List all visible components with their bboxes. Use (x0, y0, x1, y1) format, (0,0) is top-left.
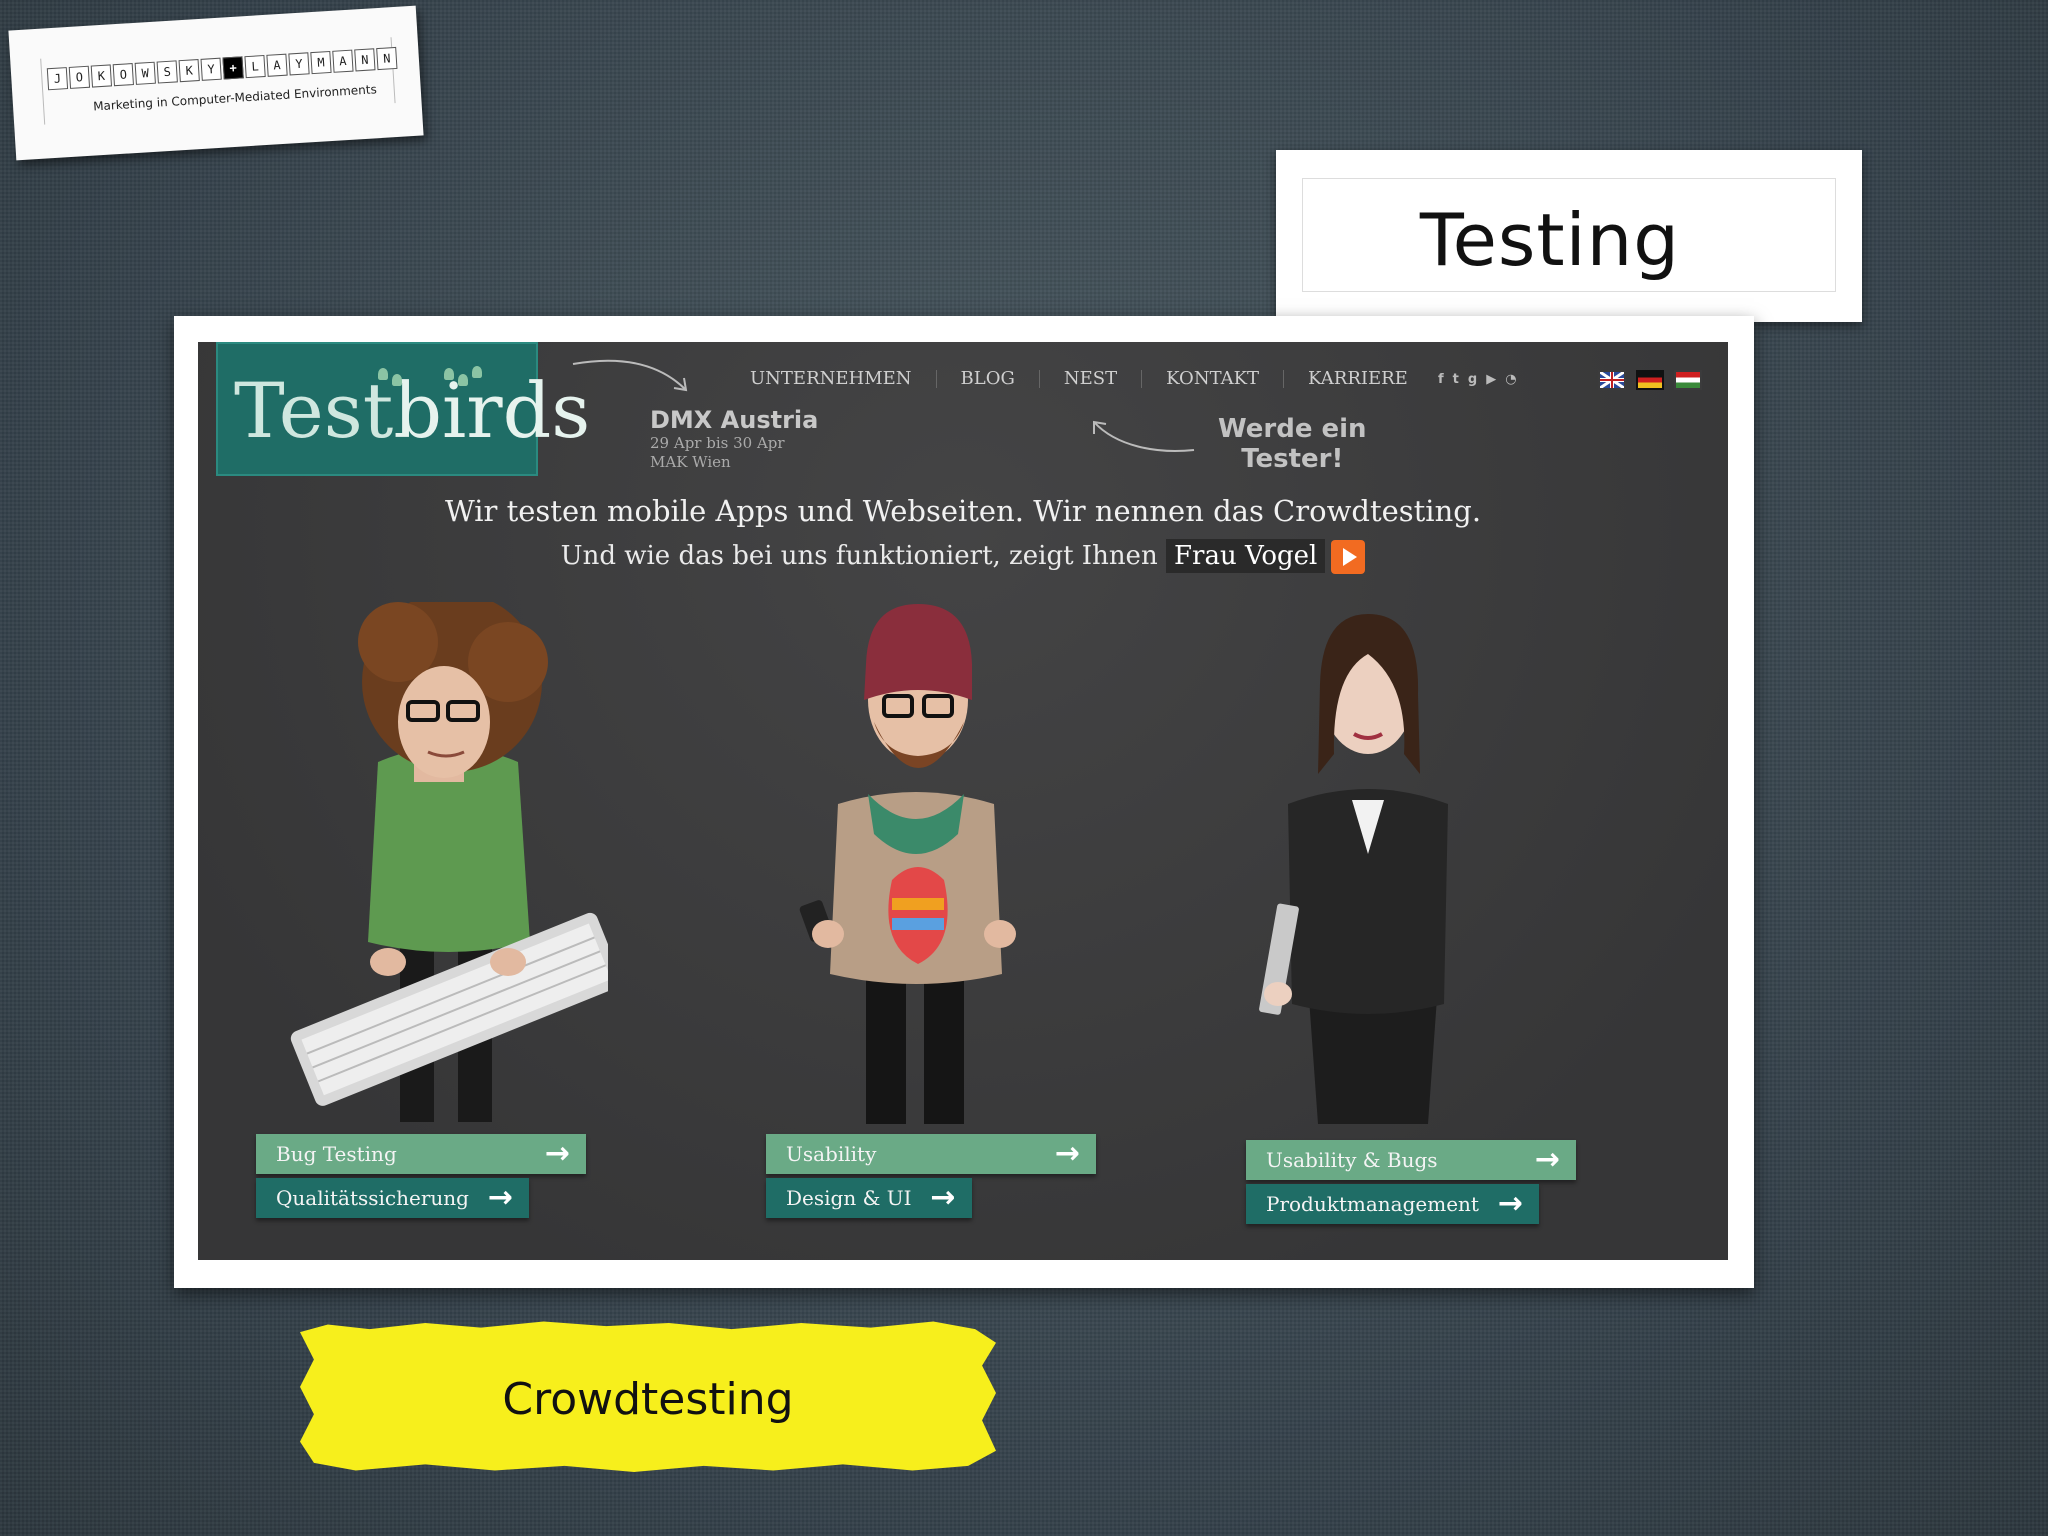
usability-button[interactable]: Usability → (766, 1134, 1096, 1174)
persona-designer-illustration[interactable] (788, 604, 1048, 1124)
usability-bugs-label: Usability & Bugs (1266, 1148, 1438, 1172)
produktmanagement-button[interactable]: Produktmanagement → (1246, 1184, 1539, 1224)
logo-letter-box: K (90, 64, 113, 88)
bird-icon (392, 374, 402, 386)
usability-bugs-button[interactable]: Usability & Bugs → (1246, 1140, 1576, 1180)
logo-letter-box: N (354, 48, 376, 72)
youtube-icon[interactable]: ▶ (1486, 372, 1496, 387)
tester-cta-line2: Tester! (1241, 444, 1344, 474)
logo-wordmark: Testbirds (234, 366, 590, 456)
nav-item-unternehmen[interactable]: UNTERNEHMEN (738, 370, 937, 388)
tester-cta-line1: Werde ein (1218, 414, 1367, 444)
arrow-right-icon: → (544, 1136, 570, 1171)
logo-letter-box: A (266, 53, 288, 77)
bird-icon (472, 366, 482, 378)
nav-item-kontakt[interactable]: KONTAKT (1142, 370, 1285, 388)
logo-letter-box: S (156, 60, 178, 84)
bird-icon (458, 374, 468, 386)
de-flag-icon[interactable] (1636, 370, 1664, 390)
arrow-right-icon: → (930, 1180, 956, 1215)
event-dates: 29 Apr bis 30 Apr (650, 434, 785, 452)
brand-logo-card: J O K O W S K Y + L A Y M A N N Marketing in Computer-M… (8, 5, 424, 161)
usability-label: Usability (786, 1142, 877, 1166)
persona-developer-illustration[interactable] (268, 602, 608, 1122)
social-links: f t g ▶ ◔ (1438, 372, 1517, 387)
logo-plus-box: + (222, 56, 244, 80)
slide-title: Testing (1419, 198, 1680, 282)
bird-icon (444, 368, 454, 380)
logo-letter-box: O (68, 65, 91, 89)
language-switcher (1598, 370, 1702, 390)
logo-letter-box: W (134, 61, 156, 85)
testbirds-logo[interactable]: Testbirds (216, 342, 590, 476)
nav-item-nest[interactable]: NEST (1040, 370, 1143, 388)
caption-text: Crowdtesting (502, 1374, 794, 1425)
logo-letter-box: Y (200, 57, 222, 81)
persona-manager-illustration[interactable] (1248, 604, 1488, 1124)
arrow-right-icon: → (1534, 1142, 1560, 1177)
logo-text-test: Test (234, 366, 394, 455)
facebook-icon[interactable]: f (1438, 372, 1444, 387)
arrow-right-icon: → (487, 1180, 513, 1215)
logo-letter-box: J (46, 67, 69, 91)
logo-letter-box: O (112, 63, 134, 87)
become-tester-link[interactable]: Werde ein Tester! (1218, 414, 1367, 474)
rss-icon[interactable]: ◔ (1505, 372, 1516, 387)
hero-subline-text: Und wie das bei uns funktioniert, zeigt … (560, 541, 1158, 571)
main-navigation: UNTERNEHMEN BLOG NEST KONTAKT KARRIERE (738, 370, 1432, 388)
qualitaetssicherung-button[interactable]: Qualitätssicherung → (256, 1178, 529, 1218)
design-ui-label: Design & UI (786, 1186, 912, 1210)
hero-subline: Und wie das bei uns funktioniert, zeigt … (198, 539, 1728, 574)
event-place: MAK Wien (650, 453, 731, 471)
hu-flag-icon[interactable] (1674, 370, 1702, 390)
curved-arrow-icon (1093, 420, 1195, 452)
uk-flag-icon[interactable] (1598, 370, 1626, 390)
curved-arrow-icon (572, 359, 688, 392)
nav-item-karriere[interactable]: KARRIERE (1284, 370, 1432, 388)
crowdtesting-label: Crowdtesting (300, 1321, 996, 1472)
event-teaser[interactable]: DMX Austria 29 Apr bis 30 Apr MAK Wien (650, 406, 818, 472)
design-ui-button[interactable]: Design & UI → (766, 1178, 972, 1218)
logo-letter-box: K (178, 59, 200, 83)
logo-letter-box: A (332, 49, 354, 73)
event-title: DMX Austria (650, 406, 819, 434)
qualitaetssicherung-label: Qualitätssicherung (276, 1186, 469, 1210)
googleplus-icon[interactable]: g (1468, 372, 1477, 387)
bird-icon (378, 368, 388, 380)
twitter-icon[interactable]: t (1453, 372, 1459, 387)
bug-testing-label: Bug Testing (276, 1142, 397, 1166)
arrow-right-icon: → (1054, 1136, 1080, 1171)
bug-testing-button[interactable]: Bug Testing → (256, 1134, 586, 1174)
logo-letter-box: L (244, 54, 266, 79)
logo-letter-box: Y (288, 52, 310, 76)
logo-letter-box: N (376, 46, 398, 71)
logo-letter-box: M (310, 50, 332, 75)
play-video-icon[interactable] (1331, 540, 1366, 574)
logo-text-birds: birds (393, 366, 591, 455)
produktmanagement-label: Produktmanagement (1266, 1192, 1479, 1216)
nav-item-blog[interactable]: BLOG (937, 370, 1040, 388)
hero-headline: Wir testen mobile Apps und Webseiten. Wi… (444, 494, 1482, 528)
website-screenshot-frame: Testbirds UNTERNEHMEN BLOG NEST KONTAKT … (174, 316, 1754, 1288)
slide-title-card: Testing (1276, 150, 1862, 322)
arrow-right-icon: → (1497, 1186, 1523, 1221)
testbirds-homepage: Testbirds UNTERNEHMEN BLOG NEST KONTAKT … (198, 342, 1728, 1260)
frau-vogel-link[interactable]: Frau Vogel (1165, 539, 1326, 573)
